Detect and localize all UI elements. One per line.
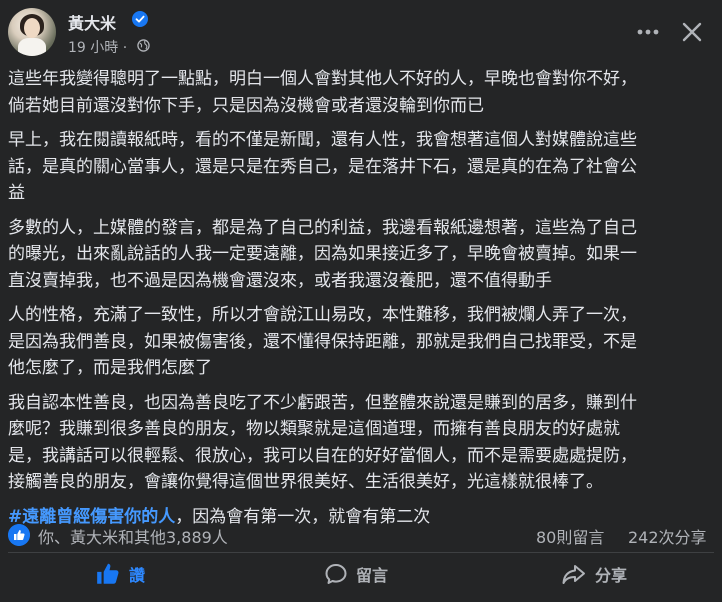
share-label: 分享 (595, 566, 628, 585)
thumbs-up-icon (97, 563, 119, 584)
avatar-face (24, 18, 40, 38)
verified-badge-icon (132, 11, 148, 27)
avatar[interactable] (8, 8, 56, 56)
post-paragraph-4: 人的性格，充滿了一致性，所以才會說江山易改，本性難移，我們被爛人弄了一次， 是因… (8, 305, 637, 378)
author-name[interactable]: 黃大米 (68, 10, 116, 34)
like-reaction-icon (8, 524, 30, 546)
share-count[interactable]: 242次分享 (628, 524, 707, 548)
reaction-summary: 你、黃大米和其他3,889人 80則留言 242次分享 (8, 522, 714, 550)
post-meta: 19 小時 · (68, 37, 127, 57)
post-paragraph-5: 我自認本性善良，也因為善良吃了不少虧跟苦，但整體來說還是賺到的居多，賺到什 麼呢… (8, 392, 637, 493)
like-label: 讚 (129, 566, 146, 585)
comment-label: 留言 (356, 566, 389, 585)
post-paragraph-1: 這些年我變得聰明了一點點，明白一個人會對其他人不好的人，早晚也會對你不好， 倘若… (8, 69, 637, 116)
meta-separator: · (122, 40, 128, 56)
comment-count[interactable]: 80則留言 (536, 524, 604, 548)
post-header: 黃大米 19 小時 · (0, 0, 722, 64)
action-bar: 讚 留言 分享 (0, 556, 722, 592)
like-button[interactable]: 讚 (95, 556, 145, 592)
share-button[interactable]: 分享 (561, 556, 627, 592)
comment-button[interactable]: 留言 (324, 556, 388, 592)
post-paragraph-3: 多數的人，上媒體的發言，都是為了自己的利益，我邊看報紙邊想著，這些為了自己 的曝… (8, 217, 637, 291)
post-text: 這些年我變得聰明了一點點，明白一個人會對其他人不好的人，早晚也會對你不好， 倘若… (8, 66, 714, 538)
post-paragraph-2: 早上，我在閱讀報紙時，看的不僅是新聞，還有人性，我會想著這個人對媒體說這些 話，… (8, 130, 637, 203)
avatar-shirt (18, 38, 46, 56)
share-arrow-icon (562, 565, 585, 584)
more-options-icon[interactable] (632, 16, 664, 48)
comment-bubble-icon (325, 564, 347, 584)
divider (8, 552, 714, 553)
close-icon[interactable] (676, 16, 708, 48)
public-globe-icon (137, 39, 150, 52)
post-time[interactable]: 19 小時 (68, 40, 118, 56)
reaction-count[interactable]: 你、黃大米和其他3,889人 (38, 524, 228, 548)
